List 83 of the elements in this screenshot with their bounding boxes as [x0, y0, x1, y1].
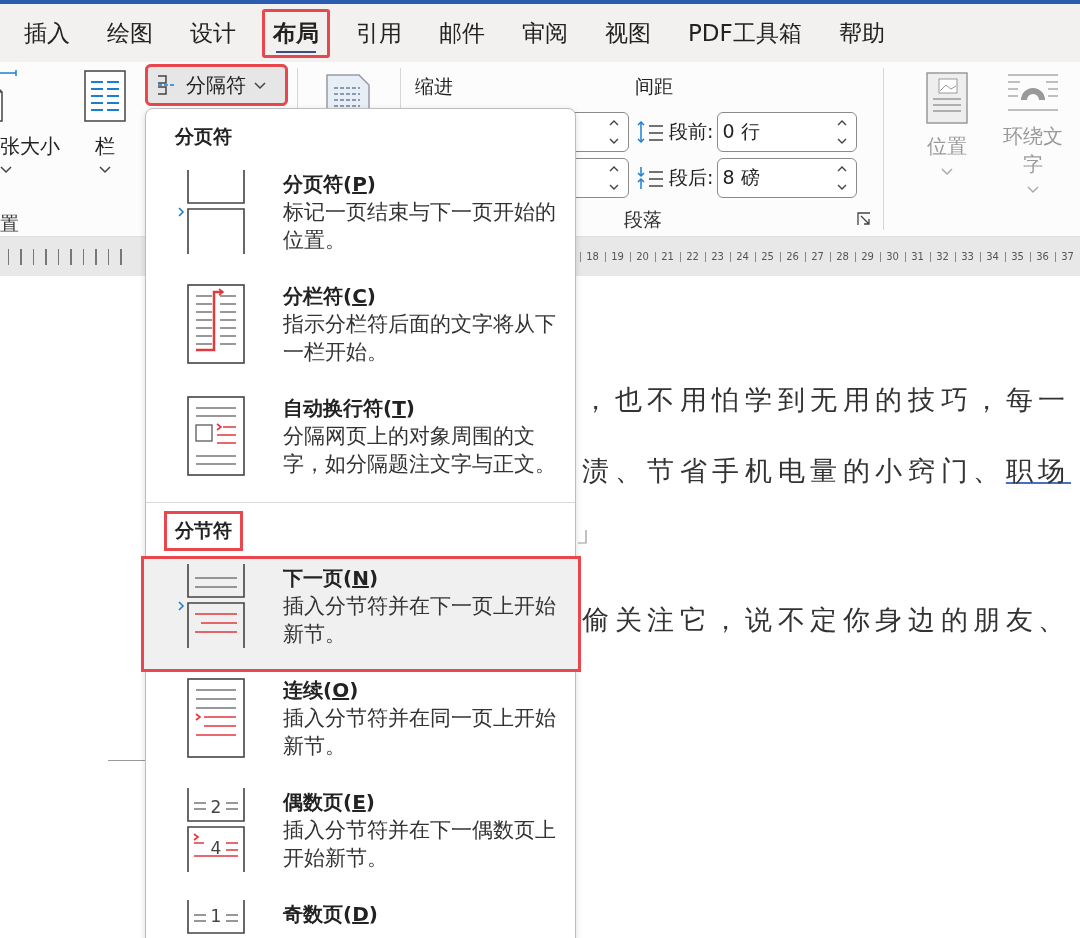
ribbon-tab[interactable]: 插入: [13, 8, 81, 58]
ruler-number: 34: [980, 251, 1005, 262]
chevron-down-icon: [1027, 186, 1039, 194]
ribbon-tab[interactable]: 邮件: [428, 8, 496, 58]
ribbon-button[interactable]: 栏: [84, 70, 126, 174]
chevron-down-icon: [0, 166, 12, 174]
ruler-number: 25: [755, 251, 780, 262]
menu-item-title: 连续(O): [283, 677, 360, 704]
menu-item-title: 下一页(N): [283, 565, 380, 592]
ruler-number: 31: [905, 251, 930, 262]
spacing-after-icon: [635, 166, 665, 190]
ruler-number: 20: [630, 251, 655, 262]
spin-field[interactable]: 8 磅: [717, 158, 858, 198]
menu-item-title: 分页符(P): [283, 171, 377, 198]
spin-arrows-icon: [836, 165, 849, 191]
ruler-number: 35: [1005, 251, 1030, 262]
menu-item-title: 分栏符(C): [283, 283, 377, 310]
menu-section-title: 分页符: [174, 123, 233, 149]
spin-arrows-icon: [608, 165, 620, 191]
ruler-number: 33: [955, 251, 980, 262]
ruler-number: 30: [880, 251, 905, 262]
spacing-before-icon: [635, 120, 665, 144]
field-label: 段前:: [669, 119, 714, 144]
menu-item-description: 分隔网页上的对象周围的文字，如分隔题注文字与正文。: [283, 423, 557, 478]
menu-item[interactable]: 连续(O) 插入分节符并在同一页上开始新节。: [146, 670, 575, 782]
spin-field[interactable]: 0 行: [717, 112, 858, 152]
ribbon-tab[interactable]: 帮助: [827, 8, 896, 58]
menu-item[interactable]: 分栏符(C) 指示分栏符后面的文字将从下一栏开始。: [146, 276, 575, 388]
menu-item-description: 插入分节符并在下一偶数页上开始新节。: [283, 817, 557, 872]
crop-mark-icon: [578, 530, 588, 544]
text-wrap-icon: [1006, 72, 1060, 114]
menu-section-title: 分节符: [164, 510, 243, 551]
ruler-number: 28: [830, 251, 855, 262]
section-label: 间距: [635, 74, 674, 99]
ruler-number: 23: [705, 251, 730, 262]
ruler-number: 21: [655, 251, 680, 262]
breaks-button[interactable]: 分隔符: [145, 64, 288, 106]
ribbon-tab[interactable]: 绘图: [96, 8, 164, 58]
ribbon-tab[interactable]: 设计: [179, 8, 247, 58]
menu-item-title: 自动换行符(T): [283, 395, 416, 422]
ribbon-button[interactable]: 张大小: [0, 70, 60, 174]
group-label: 段落: [624, 207, 662, 232]
body-text: 渍、节省手机电量的小窍门、: [582, 455, 1006, 486]
group-label: 置: [0, 211, 20, 236]
chevron-down-icon: [941, 168, 953, 176]
ruler-number: 29: [855, 251, 880, 262]
ribbon-tab[interactable]: PDF工具箱: [677, 8, 813, 58]
field-label: 段后:: [669, 165, 714, 190]
body-text: 职场: [1005, 455, 1071, 486]
menu-item-description: 插入分节符并在下一页上开始新节。: [283, 593, 557, 648]
menu-item-title: 奇数页(D): [283, 901, 378, 928]
body-text: 偷关注它，说不定你身边的朋友、: [582, 604, 1071, 635]
menu-item[interactable]: 下一页(N) 插入分节符并在下一页上开始新节。: [143, 558, 579, 670]
ruler-number: 36: [1030, 251, 1055, 262]
picture-page-icon: [926, 72, 968, 124]
menu-item[interactable]: 自动换行符(T) 分隔网页上的对象周围的文字，如分隔题注文字与正文。: [146, 388, 575, 500]
menu-item-description: 插入分节符并在同一页上开始新节。: [283, 705, 557, 760]
menu-item[interactable]: 2 4 偶数页(E) 插入分节符并在下一偶数页上开始新节。: [146, 782, 575, 894]
menu-item-description: 指示分栏符后面的文字将从下一栏开始。: [283, 311, 557, 366]
ruler-number: 26: [780, 251, 805, 262]
spin-arrows-icon: [836, 119, 849, 145]
ruler-number: 22: [680, 251, 705, 262]
ribbon-tab[interactable]: 引用: [345, 8, 413, 58]
chevron-down-icon: [254, 82, 266, 90]
spin-arrows-icon: [608, 119, 620, 145]
columns-icon: [84, 70, 126, 122]
dialog-launcher-icon: [857, 212, 871, 226]
menu-item[interactable]: 1 奇数页(D): [146, 894, 575, 938]
menu-item-description: 标记一页结束与下一页开始的位置。: [283, 199, 557, 254]
ruler-number: 37: [1055, 251, 1080, 262]
ruler-number: 24: [730, 251, 755, 262]
menu-item[interactable]: 分页符(P) 标记一页结束与下一页开始的位置。: [146, 164, 575, 276]
chevron-down-icon: [99, 166, 111, 174]
ruler-number: 19: [605, 251, 630, 262]
ruler-number: 18: [580, 251, 605, 262]
menu-item-title: 偶数页(E): [283, 789, 376, 816]
ruler-number: 27: [805, 251, 830, 262]
ribbon-tab[interactable]: 审阅: [511, 8, 579, 58]
ruler-number: 32: [930, 251, 955, 262]
ribbon-tab[interactable]: 视图: [594, 8, 662, 58]
ribbon-tab[interactable]: 布局: [262, 8, 330, 58]
section-label: 缩进: [415, 74, 454, 99]
body-text: ，也不用怕学到无用的技巧，每一: [582, 384, 1071, 415]
